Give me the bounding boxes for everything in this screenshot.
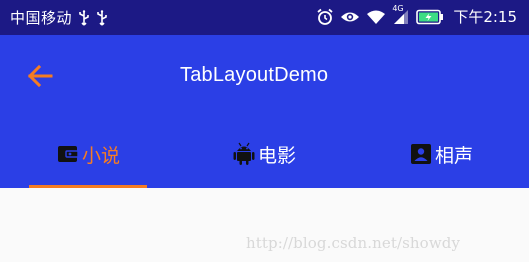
app-bar: TabLayoutDemo 小说 电影 相声 [0,35,529,188]
tab-novel[interactable]: 小说 [57,141,120,171]
battery-charging-icon [416,9,444,25]
eye-icon [340,9,360,25]
contact-card-icon [410,143,432,170]
tab-label: 小说 [82,144,121,167]
alarm-icon [316,8,334,26]
toolbar-title: TabLayoutDemo [180,64,329,86]
back-button[interactable] [22,60,58,96]
book-icon [57,144,79,169]
toolbar: TabLayoutDemo [0,35,529,121]
carrier-name: 中国移动 [10,9,73,27]
watermark: http://blog.csdn.net/showdy [246,234,461,252]
network-type-label: 4G [392,3,404,13]
status-bar: 中国移动 4G 下午2:15 [0,0,529,35]
android-icon [233,142,255,171]
status-time: 下午2:15 [453,8,517,26]
tab-label: 电影 [258,144,297,167]
tab-label: 相声 [435,144,474,167]
status-right: 4G 下午2:15 [316,4,517,27]
content-area: http://blog.csdn.net/showdy [0,188,529,262]
signal-icon: 4G [392,4,410,25]
tab-layout: 小说 电影 相声 [0,121,529,188]
wifi-icon [366,9,386,25]
arrow-back-icon [27,64,53,92]
tab-crosstalk[interactable]: 相声 [410,141,473,171]
usb-icon [96,9,108,26]
tab-movie[interactable]: 电影 [233,141,296,171]
status-left: 中国移动 [10,7,108,28]
usb-icon [78,9,90,26]
